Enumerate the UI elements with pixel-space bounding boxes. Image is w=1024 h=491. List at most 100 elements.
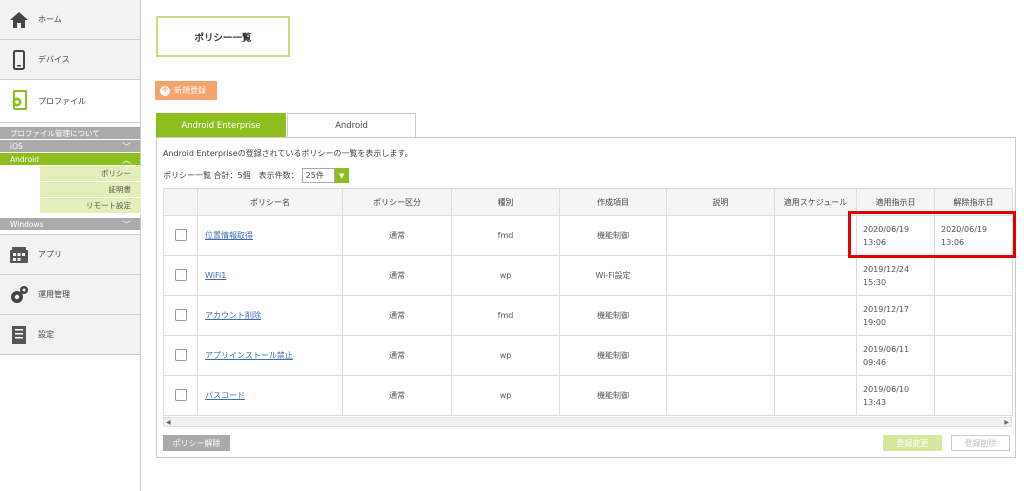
header-checkbox: [163, 188, 198, 216]
row-checkbox[interactable]: [174, 268, 187, 281]
registration-delete-button[interactable]: 登録削除: [951, 435, 1010, 451]
new-register-button[interactable]: + 新規登録: [155, 81, 217, 100]
apply-date-text: 2019/12/24 15:30: [863, 264, 910, 287]
tab-android-enterprise[interactable]: Android Enterprise: [156, 113, 286, 138]
cell-checkbox: [163, 375, 198, 416]
header-description: 説明: [666, 188, 775, 216]
sidebar-android[interactable]: Android ︿: [0, 153, 140, 166]
registration-change-label: 登録変更: [896, 438, 929, 448]
settings-icon: [9, 325, 29, 345]
nav-devices-label: デバイス: [38, 55, 70, 64]
gears-icon: [9, 285, 29, 305]
cell-name: パスコード: [197, 375, 343, 416]
sidebar-item-certificate[interactable]: 証明書: [40, 182, 141, 198]
table-row: アプリインストール禁止 通常 wp 機能制御 2019/06/11 09:46: [163, 335, 1013, 376]
header-policy-category: ポリシー区分: [342, 188, 452, 216]
cell-apply: 2019/12/24 15:30: [856, 255, 935, 296]
cell-name: アカウント削除: [197, 295, 343, 336]
table-row: 位置情報取得 通常 fmd 機能制御 2020/06/19 13:06 2020/06/1…: [163, 215, 1013, 256]
apply-date-text: 2019/06/10 13:43: [863, 384, 910, 407]
ios-label: iOS: [10, 141, 23, 151]
policy-summary: ポリシー一覧 合計：5個 表示件数： 25件 ▼: [163, 168, 349, 183]
apply-date-text: 2019/06/11 09:46: [863, 344, 910, 367]
cell-item: 機能制御: [559, 215, 667, 256]
row-checkbox[interactable]: [174, 388, 187, 401]
nav-profile-label: プロファイル: [38, 96, 86, 106]
cell-category: 通常: [342, 255, 452, 296]
row-checkbox[interactable]: [174, 348, 187, 361]
sidebar-profile-about[interactable]: プロファイル管理について: [0, 127, 140, 139]
cell-apply: 2019/06/10 13:43: [856, 375, 935, 416]
tab-android[interactable]: Android: [287, 113, 416, 138]
home-icon: [9, 10, 29, 30]
android-submenu: ポリシー 証明書 リモート設定: [40, 166, 141, 214]
cell-type: fmd: [451, 295, 560, 336]
cell-name: WiFi1: [197, 255, 343, 296]
policy-release-button[interactable]: ポリシー解除: [163, 435, 230, 451]
cell-item: 機能制御: [559, 335, 667, 376]
cell-schedule: [774, 215, 857, 256]
nav-operations[interactable]: 運用管理: [0, 275, 140, 315]
panel-description: Android Enterpriseの登録されているポリシーの一覧を表示します。: [163, 149, 413, 158]
cell-desc: [666, 335, 775, 376]
nav-home[interactable]: ホーム: [0, 0, 140, 40]
page-title-text: ポリシー一覧: [194, 32, 252, 44]
row-checkbox[interactable]: [174, 228, 187, 241]
registration-change-button[interactable]: 登録変更: [883, 435, 942, 451]
caret-down-icon: ▼: [334, 168, 349, 183]
nav-apps-label: アプリ: [38, 250, 62, 259]
nav-settings-label: 設定: [38, 330, 54, 339]
page-title: ポリシー一覧: [156, 16, 290, 57]
horizontal-scrollbar[interactable]: ◀ ▶: [163, 417, 1012, 427]
chevron-down-icon: ﹀: [121, 142, 131, 153]
cell-desc: [666, 295, 775, 336]
profile-gear-icon: [9, 90, 29, 111]
row-checkbox[interactable]: [174, 308, 187, 321]
cell-item: 機能制御: [559, 375, 667, 416]
plus-icon: +: [160, 85, 170, 96]
cell-category: 通常: [342, 215, 452, 256]
cell-checkbox: [163, 335, 198, 376]
policy-panel: Android Enterpriseの登録されているポリシーの一覧を表示します。…: [156, 137, 1016, 458]
policy-name-link[interactable]: アカウント削除: [205, 311, 261, 320]
cell-type: wp: [451, 375, 560, 416]
per-page-select[interactable]: 25件 ▼: [301, 168, 349, 183]
policy-name-link[interactable]: 位置情報取得: [205, 231, 253, 240]
smartphone-icon: [9, 49, 29, 70]
cell-name: アプリインストール禁止: [197, 335, 343, 376]
nav-operations-label: 運用管理: [38, 290, 70, 299]
cell-checkbox: [163, 295, 198, 336]
tab-android-label: Android: [335, 121, 368, 131]
sidebar-ios[interactable]: iOS ﹀: [0, 140, 140, 153]
policy-name-link[interactable]: アプリインストール禁止: [205, 351, 293, 360]
cell-name: 位置情報取得: [197, 215, 343, 256]
cell-item: Wi-Fi設定: [559, 255, 667, 296]
sidebar-item-remote-settings[interactable]: リモート設定: [40, 198, 141, 214]
cell-item: 機能制御: [559, 295, 667, 336]
sidebar-windows[interactable]: Windows ﹀: [0, 218, 140, 231]
cell-release: [934, 255, 1013, 296]
cell-apply: 2020/06/19 13:06: [856, 215, 935, 256]
policy-name-link[interactable]: パスコード: [205, 391, 245, 400]
nav-apps[interactable]: アプリ: [0, 235, 140, 275]
cell-checkbox: [163, 255, 198, 296]
scroll-right-icon[interactable]: ▶: [1004, 418, 1009, 427]
nav-profile[interactable]: プロファイル: [0, 80, 140, 123]
cell-desc: [666, 215, 775, 256]
nav-home-label: ホーム: [38, 15, 62, 24]
cell-desc: [666, 375, 775, 416]
scroll-left-icon[interactable]: ◀: [166, 418, 171, 427]
cell-schedule: [774, 255, 857, 296]
apply-date-text: 2020/06/19 13:06: [863, 224, 910, 247]
nav-settings[interactable]: 設定: [0, 315, 140, 355]
windows-label: Windows: [10, 219, 44, 229]
release-date-text: 2020/06/19 13:06: [941, 224, 988, 247]
cell-type: wp: [451, 335, 560, 376]
table-header-row: ポリシー名 ポリシー区分 種別 作成項目 説明 適用スケジュール 適用指示日 解…: [163, 188, 1013, 216]
cell-type: wp: [451, 255, 560, 296]
header-created-item: 作成項目: [559, 188, 667, 216]
nav-devices[interactable]: デバイス: [0, 40, 140, 80]
cell-checkbox: [163, 215, 198, 256]
sidebar-item-policy[interactable]: ポリシー: [40, 166, 141, 182]
policy-name-link[interactable]: WiFi1: [205, 271, 226, 280]
